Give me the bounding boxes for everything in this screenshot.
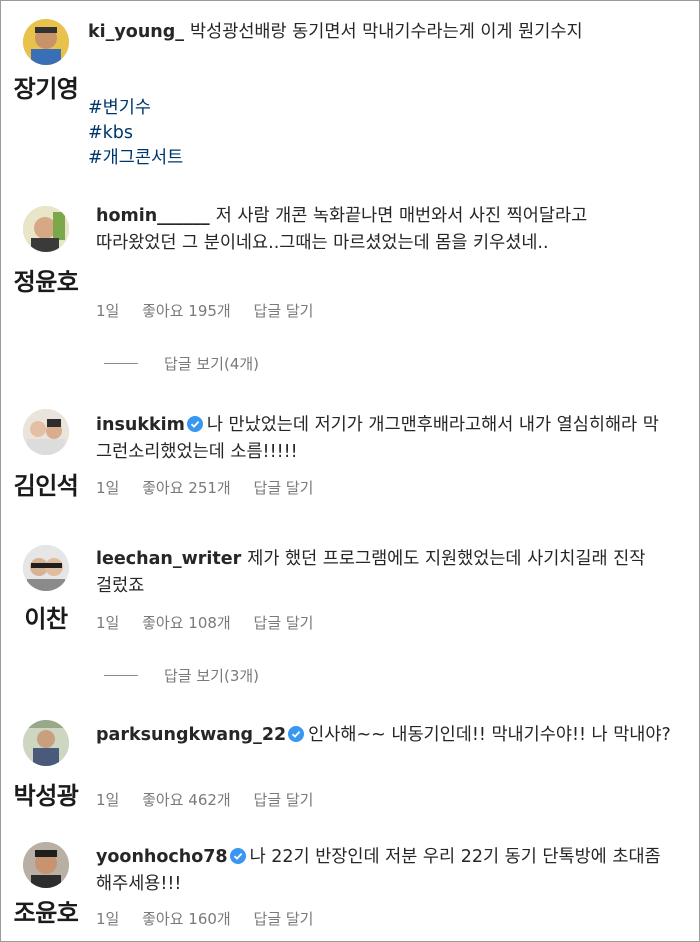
username-link[interactable]: homin______ <box>96 206 210 226</box>
view-replies-label: 답글 보기(3개) <box>164 667 260 685</box>
comment-text-block: leechan_writer 제가 했던 프로그램에도 지원했었는데 사기치길래 … <box>96 546 671 600</box>
username-link[interactable]: leechan_writer <box>96 549 241 569</box>
reply-button[interactable]: 답글 달기 <box>254 910 314 928</box>
hashtag-link[interactable]: #변기수 <box>88 96 183 121</box>
avatar[interactable] <box>23 842 69 888</box>
verified-badge-icon <box>229 848 246 864</box>
likes-count[interactable]: 좋아요 251개 <box>142 479 231 497</box>
comment-meta: 1일 좋아요 195개 답글 달기 <box>96 300 331 321</box>
comment-time: 1일 <box>96 791 120 809</box>
avatar[interactable] <box>23 720 69 766</box>
overlay-name-caption: 김인석 <box>13 472 79 500</box>
comment-text: 박성광선배랑 동기면서 막내기수라는게 이게 뭔기수지 <box>190 22 583 42</box>
view-replies-label: 답글 보기(4개) <box>164 355 260 373</box>
comment-text-block: homin______ 저 사람 개콘 녹화끝나면 매번와서 사진 찍어달라고 따… <box>96 203 671 257</box>
comment-time: 1일 <box>96 479 120 497</box>
view-replies-button[interactable]: 답글 보기(4개) <box>104 353 259 374</box>
verified-badge-icon <box>288 726 305 742</box>
overlay-name-caption: 박성광 <box>13 782 79 810</box>
avatar[interactable] <box>23 19 69 65</box>
view-replies-button[interactable]: 답글 보기(3개) <box>104 665 259 686</box>
username-link[interactable]: ki_young_ <box>88 22 184 42</box>
hashtag-link[interactable]: #개그콘서트 <box>88 146 183 171</box>
avatar[interactable] <box>23 206 69 252</box>
comments-panel: 장기영 ki_young_ 박성광선배랑 동기면서 막내기수라는게 이게 뭔기수지… <box>0 0 700 942</box>
avatar[interactable] <box>23 545 69 591</box>
comment-time: 1일 <box>96 614 120 632</box>
likes-count[interactable]: 좋아요 195개 <box>142 302 231 320</box>
comment-text-block: insukkim 나 만났었는데 저기가 개그맨후배라고해서 내가 열심히해라 막… <box>96 412 671 466</box>
avatar[interactable] <box>23 409 69 455</box>
likes-count[interactable]: 좋아요 160개 <box>142 910 231 928</box>
likes-count[interactable]: 좋아요 108개 <box>142 614 231 632</box>
hashtag-link[interactable]: #kbs <box>88 121 183 146</box>
overlay-name-caption: 조윤호 <box>13 899 79 927</box>
reply-button[interactable]: 답글 달기 <box>254 479 314 497</box>
verified-badge-icon <box>186 416 203 432</box>
divider <box>104 363 138 364</box>
overlay-name-caption: 장기영 <box>13 75 79 103</box>
comment-text-block: parksungkwang_22 인사해~~ 내동기인데!! 막내기수야!! 나 … <box>96 722 671 749</box>
reply-button[interactable]: 답글 달기 <box>254 614 314 632</box>
username-link[interactable]: insukkim <box>96 415 185 435</box>
reply-button[interactable]: 답글 달기 <box>254 302 314 320</box>
username-link[interactable]: parksungkwang_22 <box>96 725 286 745</box>
hashtag-list: #변기수 #kbs #개그콘서트 <box>88 96 183 171</box>
comment-text-block: ki_young_ 박성광선배랑 동기면서 막내기수라는게 이게 뭔기수지 <box>88 19 648 46</box>
comment-meta: 1일 좋아요 251개 답글 달기 <box>96 477 331 498</box>
divider <box>104 675 138 676</box>
comment-meta: 1일 좋아요 462개 답글 달기 <box>96 789 331 810</box>
comment-time: 1일 <box>96 302 120 320</box>
comment-time: 1일 <box>96 910 120 928</box>
comment-meta: 1일 좋아요 108개 답글 달기 <box>96 612 331 633</box>
reply-button[interactable]: 답글 달기 <box>254 791 314 809</box>
username-link[interactable]: yoonhocho78 <box>96 847 228 867</box>
likes-count[interactable]: 좋아요 462개 <box>142 791 231 809</box>
comment-text-block: yoonhocho78 나 22기 반장인데 저분 우리 22기 동기 단톡방에 … <box>96 844 671 898</box>
overlay-name-caption: 정윤호 <box>13 268 79 296</box>
comment-meta: 1일 좋아요 160개 답글 달기 <box>96 908 331 929</box>
overlay-name-caption: 이찬 <box>24 605 68 633</box>
comment-text: 인사해~~ 내동기인데!! 막내기수야!! 나 막내야? <box>308 725 671 745</box>
